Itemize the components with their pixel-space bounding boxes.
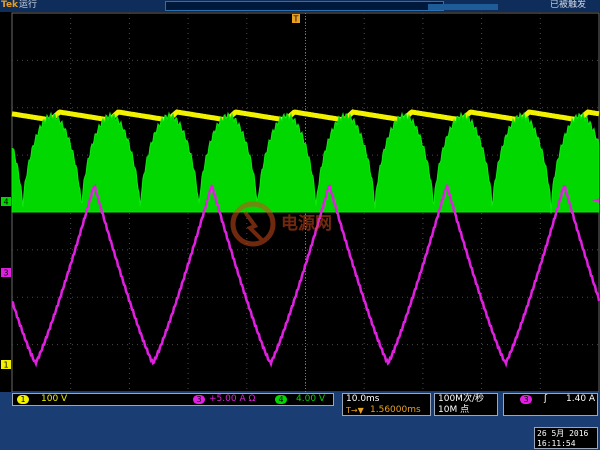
svg-text:4: 4 — [3, 198, 8, 207]
trigger-level-marker: ◄ — [592, 196, 599, 206]
trigger-source-badge: 3 — [520, 395, 532, 404]
ch4-ground-marker: 4 — [1, 197, 11, 207]
channel-scales-box[interactable]: 1 100 V 3 +5.00 A Ω 4 4.00 V — [12, 393, 334, 406]
time: 16:11:54 — [537, 439, 576, 448]
record-length: 10M 点 — [438, 405, 470, 415]
sample-rate: 100M次/秒 — [438, 394, 484, 404]
ch3-badge[interactable]: 3 — [193, 395, 205, 404]
ohm-icon: Ω — [248, 394, 256, 404]
ch4-scale: 4.00 V — [296, 394, 326, 404]
svg-text:1: 1 — [3, 361, 8, 370]
lightning-icon — [243, 210, 264, 242]
ch1-ground-marker: 1 — [1, 360, 11, 370]
ch3-ground-marker: 3 — [1, 268, 11, 278]
trigger-box[interactable]: 3 ʃ 1.40 A — [503, 393, 598, 416]
horizontal-scale: 10.0ms — [346, 394, 380, 404]
acquisition-box[interactable]: 100M次/秒 10M 点 — [434, 393, 498, 416]
svg-text:T: T — [293, 15, 299, 24]
horizontal-delay: 1.56000ms — [370, 405, 421, 415]
ch4-badge[interactable]: 4 — [275, 395, 287, 404]
trigger-position-marker: T — [292, 14, 300, 24]
rising-edge-icon: ʃ — [544, 394, 548, 404]
watermark-text: 电源网 — [281, 213, 332, 234]
delay-icon: T→▼ — [346, 406, 364, 415]
waveform-display: 电源网 T ◄ 4 3 1 — [1, 12, 600, 392]
ch1-scale: 100 V — [41, 394, 68, 404]
trigger-level: 1.40 A — [566, 394, 596, 404]
svg-text:3: 3 — [3, 269, 8, 278]
datetime-box: 26 5月 2016 16:11:54 — [534, 427, 598, 449]
timebase-box[interactable]: 10.0ms T→▼ 1.56000ms — [342, 393, 431, 416]
ch1-badge[interactable]: 1 — [17, 395, 29, 404]
ch3-scale: +5.00 A Ω — [209, 394, 256, 404]
bottom-readout-panel: 1 100 V 3 +5.00 A Ω 4 4.00 V 10.0ms T→▼ … — [0, 392, 600, 450]
